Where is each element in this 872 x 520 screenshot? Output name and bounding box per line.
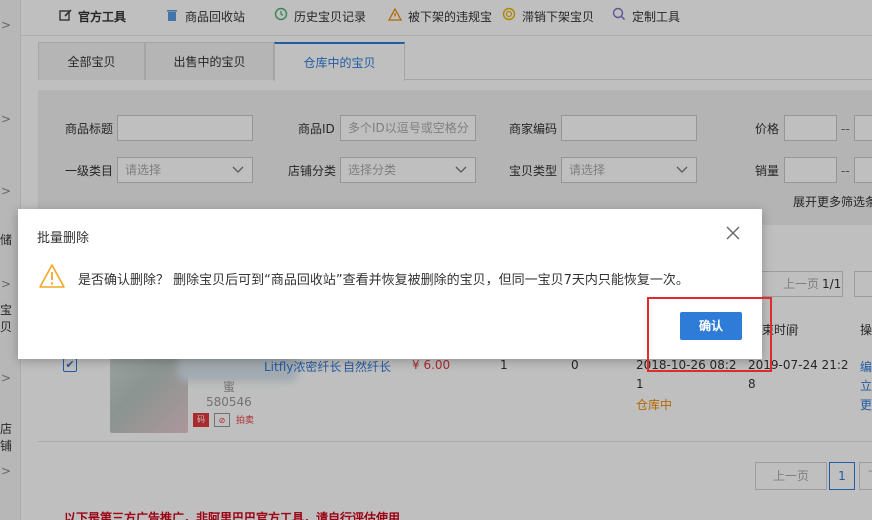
highlight-box <box>647 297 772 372</box>
dialog-message: 是否确认删除？ 删除宝贝后可到“商品回收站”查看并恢复被删除的宝贝，但同一宝贝7… <box>78 273 689 288</box>
close-icon[interactable] <box>724 224 742 242</box>
dialog-title: 批量删除 <box>37 231 90 246</box>
warning-icon <box>38 263 66 289</box>
